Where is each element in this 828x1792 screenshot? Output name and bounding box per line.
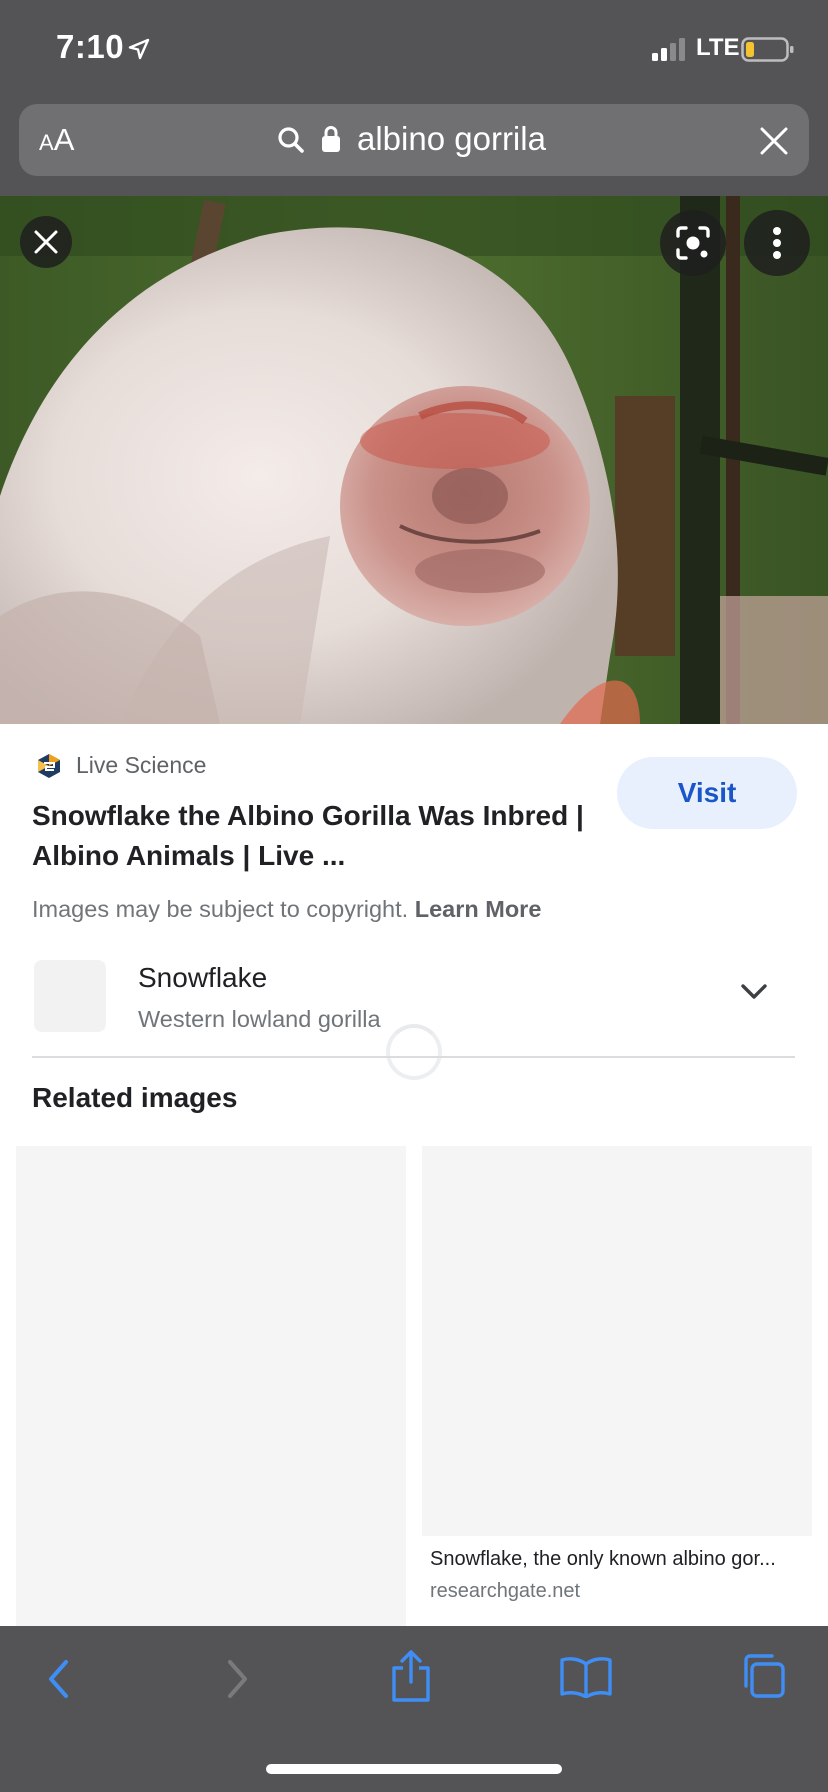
copyright-text: Images may be subject to copyright. (32, 896, 409, 922)
home-indicator[interactable] (266, 1764, 562, 1774)
close-icon[interactable] (759, 126, 789, 156)
related-image-caption[interactable]: Snowflake, the only known albino gor... (430, 1548, 805, 1571)
close-viewer-button[interactable] (20, 216, 72, 268)
related-image-tile[interactable] (16, 1146, 406, 1626)
source-name[interactable]: Live Science (76, 752, 206, 779)
entity-description: Western lowland gorilla (138, 1006, 381, 1032)
live-science-logo-icon (38, 753, 60, 778)
lock-icon (322, 126, 340, 152)
close-icon (34, 230, 58, 254)
source-row[interactable]: Live Science (36, 752, 206, 779)
result-image[interactable] (0, 196, 828, 724)
more-options-button[interactable] (744, 210, 810, 276)
search-icon (278, 127, 304, 153)
related-images-heading: Related images (32, 1082, 238, 1113)
forward-icon[interactable] (222, 1656, 252, 1702)
gorilla-photo (0, 196, 828, 724)
visit-button[interactable]: Visit (617, 757, 797, 829)
lens-button[interactable] (660, 210, 726, 276)
loading-spinner (386, 1024, 442, 1080)
more-vert-icon (773, 227, 781, 259)
back-icon[interactable] (44, 1656, 74, 1702)
battery-icon (741, 37, 794, 62)
related-image-tile[interactable] (422, 1146, 812, 1536)
address-bar[interactable]: AA albino gorrila (19, 104, 809, 176)
tabs-icon[interactable] (738, 1652, 786, 1700)
copyright-notice: Images may be subject to copyright. Lear… (32, 896, 541, 923)
address-text[interactable]: albino gorrila (357, 120, 546, 158)
share-icon[interactable] (388, 1648, 434, 1704)
status-time: 7:10 (56, 28, 125, 65)
text-size-large-a: A (53, 122, 75, 157)
bookmarks-icon[interactable] (560, 1656, 612, 1698)
cellular-signal-icon (652, 38, 685, 61)
location-arrow-icon (128, 38, 150, 60)
result-title[interactable]: Snowflake the Albino Gorilla Was Inbred … (32, 796, 612, 876)
network-type: LTE (696, 34, 740, 61)
related-image-source: researchgate.net (430, 1580, 581, 1602)
learn-more-link[interactable]: Learn More (415, 896, 542, 922)
lens-icon (676, 226, 710, 260)
text-size-button[interactable]: AA (39, 122, 74, 158)
text-size-small-a: A (39, 130, 54, 155)
chevron-down-icon[interactable] (740, 982, 768, 1002)
entity-name[interactable]: Snowflake (138, 962, 267, 994)
divider (32, 1056, 795, 1058)
browser-top-chrome: 7:10 LTE AA albino gorrila (0, 0, 828, 196)
entity-thumbnail[interactable] (34, 960, 106, 1032)
